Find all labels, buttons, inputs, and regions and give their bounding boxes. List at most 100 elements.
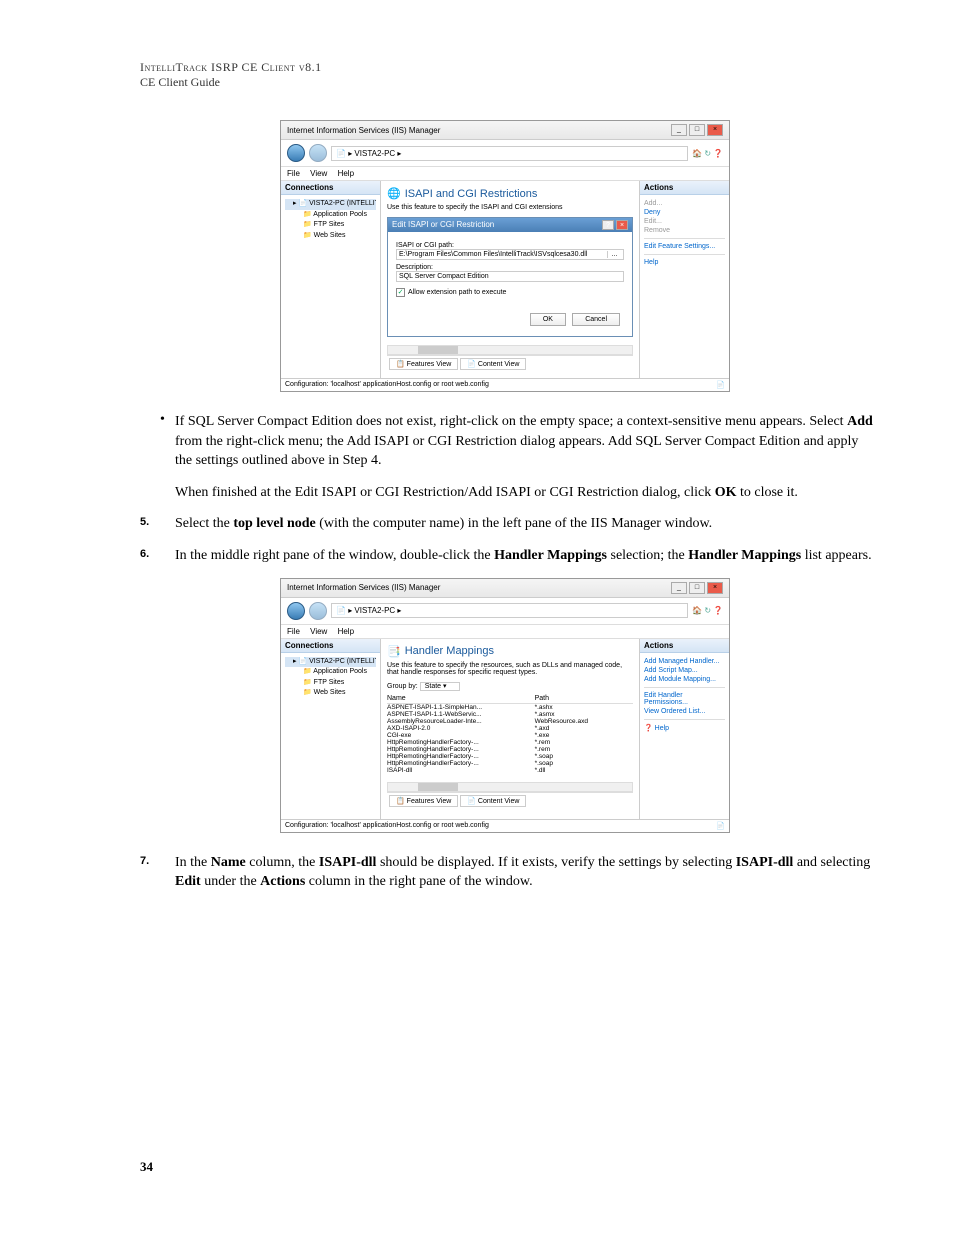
ok-button[interactable]: OK	[530, 313, 566, 326]
col-path[interactable]: Path	[535, 695, 633, 702]
status-icon: 📄	[716, 822, 725, 830]
tree-ftp-sites[interactable]: 📁 FTP Sites	[285, 678, 376, 689]
handler-row[interactable]: AssemblyResourceLoader-Inte...WebResourc…	[387, 718, 633, 725]
back-button[interactable]	[287, 144, 305, 162]
group-by-dropdown[interactable]: State ▾	[420, 682, 460, 691]
handler-row[interactable]: HttpRemotingHandlerFactory-...*.rem	[387, 746, 633, 753]
window-titlebar: Internet Information Services (IIS) Mana…	[281, 579, 729, 598]
tree-app-pools[interactable]: 📁 Application Pools	[285, 667, 376, 678]
horizontal-scrollbar[interactable]	[387, 345, 633, 355]
window-title: Internet Information Services (IIS) Mana…	[287, 126, 440, 135]
tab-features-view[interactable]: 📋 Features View	[389, 358, 458, 370]
connections-header: Connections	[281, 181, 380, 195]
group-by-label: Group by:	[387, 683, 418, 690]
menu-view[interactable]: View	[310, 627, 327, 636]
maximize-button[interactable]: □	[689, 582, 705, 594]
action-add-managed[interactable]: Add Managed Handler...	[644, 657, 725, 666]
window-title: Internet Information Services (IIS) Mana…	[287, 583, 440, 592]
content-description: Use this feature to specify the resource…	[387, 662, 633, 676]
step-5-text: Select the top level node (with the comp…	[175, 514, 874, 534]
doc-header-title: IntelliTrack ISRP CE Client v8.1	[140, 60, 874, 75]
actions-header: Actions	[640, 181, 729, 195]
action-edit[interactable]: Edit...	[644, 217, 725, 226]
status-bar: Configuration: 'localhost' applicationHo…	[285, 381, 489, 389]
allow-checkbox[interactable]: ✓	[396, 288, 405, 297]
para-when-finished: When finished at the Edit ISAPI or CGI R…	[175, 483, 874, 503]
help-icon[interactable]: ❓	[713, 149, 723, 158]
isapi-icon: 🌐	[387, 187, 401, 200]
menu-file[interactable]: File	[287, 169, 300, 178]
minimize-button[interactable]: _	[671, 582, 687, 594]
tree-app-pools[interactable]: 📁 Application Pools	[285, 210, 376, 221]
maximize-button[interactable]: □	[689, 124, 705, 136]
action-add-script[interactable]: Add Script Map...	[644, 666, 725, 675]
step-6-number: 6.	[140, 546, 175, 566]
menu-view[interactable]: View	[310, 169, 327, 178]
step-7-number: 7.	[140, 853, 175, 892]
breadcrumb[interactable]: 📄 ▸ VISTA2-PC ▸	[331, 603, 688, 618]
tree-web-sites[interactable]: 📁 Web Sites	[285, 688, 376, 699]
dialog-close-button[interactable]: ×	[616, 220, 628, 230]
path-input[interactable]: E:\Program Files\Common Files\IntelliTra…	[396, 249, 624, 260]
screenshot-iis-isapi: Internet Information Services (IIS) Mana…	[280, 120, 730, 392]
desc-input[interactable]: SQL Server Compact Edition	[396, 271, 624, 282]
action-add-module[interactable]: Add Module Mapping...	[644, 675, 725, 684]
action-help[interactable]: Help	[644, 258, 725, 267]
action-add[interactable]: Add...	[644, 199, 725, 208]
tree-root[interactable]: ▸ 📄 VISTA2-PC (INTELLITRACKIN	[285, 657, 376, 668]
menu-bar: File View Help	[281, 625, 729, 639]
home-icon[interactable]: 🏠	[692, 606, 702, 615]
dialog-help-button[interactable]: ?	[602, 220, 614, 230]
doc-header-subtitle: CE Client Guide	[140, 75, 874, 90]
tree-root[interactable]: ▸ 📄 VISTA2-PC (INTELLITRACKIN	[285, 199, 376, 210]
cancel-button[interactable]: Cancel	[572, 313, 620, 326]
home-icon[interactable]: 🏠	[692, 149, 702, 158]
handler-row[interactable]: HttpRemotingHandlerFactory-...*.soap	[387, 760, 633, 767]
horizontal-scrollbar[interactable]	[387, 782, 633, 792]
step-5-number: 5.	[140, 514, 175, 534]
bullet-text-sql-server: If SQL Server Compact Edition does not e…	[175, 412, 874, 471]
action-feature-settings[interactable]: Edit Feature Settings...	[644, 242, 725, 251]
content-description: Use this feature to specify the ISAPI an…	[387, 204, 633, 211]
content-title: 🌐 ISAPI and CGI Restrictions	[387, 187, 633, 200]
handler-row[interactable]: HttpRemotingHandlerFactory-...*.soap	[387, 753, 633, 760]
desc-label: Description:	[396, 264, 624, 271]
screenshot-iis-handler-mappings: Internet Information Services (IIS) Mana…	[280, 578, 730, 833]
tab-content-view[interactable]: 📄 Content View	[460, 358, 526, 370]
menu-file[interactable]: File	[287, 627, 300, 636]
help-icon[interactable]: ❓	[713, 606, 723, 615]
browse-button[interactable]: ...	[607, 251, 621, 258]
menu-bar: File View Help	[281, 167, 729, 181]
action-remove[interactable]: Remove	[644, 226, 725, 235]
handler-row[interactable]: ISAPI-dll*.dll	[387, 767, 633, 774]
breadcrumb[interactable]: 📄 ▸ VISTA2-PC ▸	[331, 146, 688, 161]
tab-content-view[interactable]: 📄 Content View	[460, 795, 526, 807]
minimize-button[interactable]: _	[671, 124, 687, 136]
refresh-icon[interactable]: ↻	[704, 606, 711, 615]
tab-features-view[interactable]: 📋 Features View	[389, 795, 458, 807]
handler-row[interactable]: ASPNET-ISAPI-1.1-SimpleHan...*.ashx	[387, 704, 633, 711]
back-button[interactable]	[287, 602, 305, 620]
action-deny[interactable]: Deny	[644, 208, 725, 217]
action-edit-perms[interactable]: Edit Handler Permissions...	[644, 691, 725, 707]
refresh-icon[interactable]: ↻	[704, 149, 711, 158]
menu-help[interactable]: Help	[338, 627, 354, 636]
col-name[interactable]: Name	[387, 695, 535, 702]
page-number: 34	[140, 1159, 153, 1175]
action-view-ordered[interactable]: View Ordered List...	[644, 707, 725, 716]
step-7-text: In the Name column, the ISAPI-dll should…	[175, 853, 874, 892]
connections-header: Connections	[281, 639, 380, 653]
close-button[interactable]: ×	[707, 582, 723, 594]
tree-web-sites[interactable]: 📁 Web Sites	[285, 231, 376, 242]
menu-help[interactable]: Help	[338, 169, 354, 178]
forward-button[interactable]	[309, 144, 327, 162]
action-help[interactable]: ❓ Help	[644, 723, 725, 733]
tree-ftp-sites[interactable]: 📁 FTP Sites	[285, 220, 376, 231]
path-label: ISAPI or CGI path:	[396, 242, 624, 249]
handler-row[interactable]: CGI-exe*.exe	[387, 732, 633, 739]
handler-row[interactable]: AXD-ISAPI-2.0*.axd	[387, 725, 633, 732]
forward-button[interactable]	[309, 602, 327, 620]
handler-row[interactable]: HttpRemotingHandlerFactory-...*.rem	[387, 739, 633, 746]
handler-row[interactable]: ASPNET-ISAPI-1.1-WebServic...*.asmx	[387, 711, 633, 718]
close-button[interactable]: ×	[707, 124, 723, 136]
